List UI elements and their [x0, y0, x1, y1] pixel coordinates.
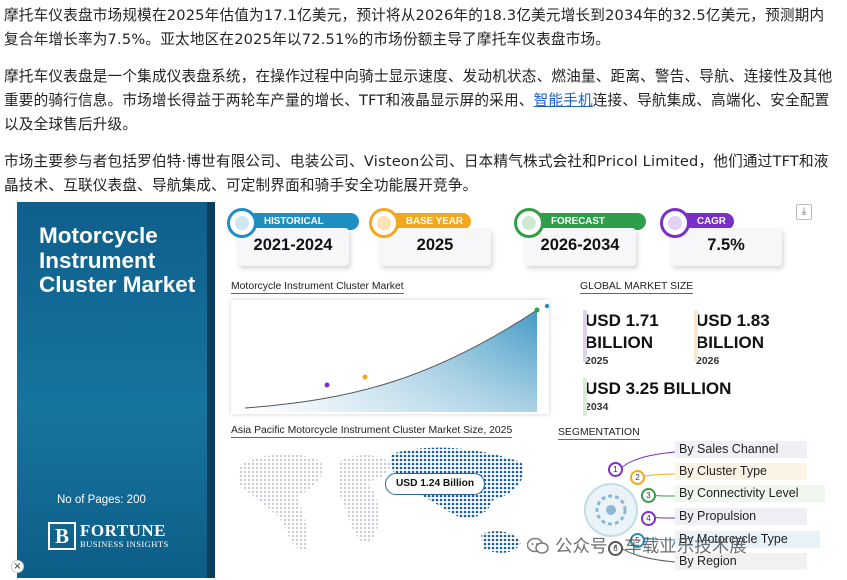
paragraph-key-players: 市场主要参与者包括罗伯特·博世有限公司、电装公司、Visteon公司、日本精气株…	[4, 153, 829, 194]
smartphone-link[interactable]: 智能手机	[534, 92, 593, 109]
paragraph-definition: 摩托车仪表盘是一个集成仪表盘系统，在操作过程中向骑士显示速度、发动机状态、燃油量…	[4, 65, 838, 137]
logo-mark: B	[48, 522, 76, 550]
growth-chart	[231, 300, 550, 414]
wechat-watermark: 公众号 · 车载业乐技术展	[527, 533, 747, 558]
segment-number: 4	[641, 511, 656, 526]
chart-icon	[227, 208, 257, 238]
calendar-icon	[369, 208, 399, 238]
logo-main-text: FORTUNE	[80, 521, 167, 540]
world-map-svg	[239, 447, 524, 553]
growth-curve-svg	[244, 303, 550, 412]
article-body: 摩托车仪表盘市场规模在2025年估值为17.1亿美元，预计将从2026年的18.…	[4, 4, 838, 211]
stat-2034: USD 3.25 BILLION 2034	[583, 378, 783, 416]
stat-year: 2034	[585, 401, 609, 413]
forecast-icon	[514, 208, 544, 238]
infographic-title: Motorcycle Instrument Cluster Market	[39, 223, 196, 297]
map-label: Asia Pacific Motorcycle Instrument Clust…	[231, 425, 513, 438]
segment-row[interactable]: By Cluster Type	[560, 463, 807, 480]
badge-base-year: BASE YEAR 2025	[369, 208, 501, 270]
segment-row[interactable]: By Connectivity Level	[560, 485, 825, 502]
stat-amount-line: BILLION	[585, 333, 653, 352]
segmentation-label: SEGMENTATION	[558, 427, 640, 440]
chart-label: Motorcycle Instrument Cluster Market	[231, 281, 404, 294]
stat-amount-line: USD 1.83	[696, 311, 770, 330]
logo-sub-text: BUSINESS INSIGHTS	[80, 539, 169, 549]
segment-number: 3	[641, 488, 656, 503]
global-market-label: GLOBAL MARKET SIZE	[580, 281, 694, 294]
world-map	[231, 438, 537, 578]
growth-icon	[660, 208, 690, 238]
point-forecast	[534, 307, 540, 313]
paragraph-market-size: 摩托车仪表盘市场规模在2025年估值为17.1亿美元，预计将从2026年的18.…	[4, 7, 825, 48]
map-americas	[239, 454, 323, 550]
segment-label: By Cluster Type	[675, 463, 807, 480]
wechat-icon	[527, 537, 549, 554]
point-base	[362, 374, 368, 380]
badge-value: 2026-2034	[540, 236, 620, 254]
stat-amount-line: USD 1.71	[585, 311, 659, 330]
stat-2025: USD 1.71 BILLION 2025	[583, 310, 683, 367]
fortune-logo: B FORTUNE BUSINESS INSIGHTS	[48, 522, 169, 550]
badge-historical-period: HISTORICAL PERIOD 2021-2024	[227, 208, 359, 270]
segment-number: 2	[630, 470, 645, 485]
growth-area-fade	[245, 310, 537, 412]
stat-amount-line: BILLION	[696, 333, 764, 352]
watermark-text: 公众号 · 车载业乐技术展	[555, 537, 747, 557]
panel-edge	[207, 202, 215, 578]
market-infographic: Motorcycle Instrument Cluster Market No …	[17, 200, 847, 580]
badge-value: 2025	[416, 236, 454, 254]
badge-value: 7.5%	[707, 236, 745, 254]
map-oceania	[481, 531, 521, 553]
stat-year: 2026	[696, 355, 720, 367]
close-icon[interactable]: ×	[11, 560, 24, 573]
download-icon[interactable]: ⤓	[796, 204, 812, 220]
page-count: No of Pages: 200	[57, 494, 146, 506]
map-value-pill: USD 1.24 Billion	[385, 473, 485, 495]
badge-value: 2021-2024	[253, 236, 333, 254]
stat-2026: USD 1.83 BILLION 2026	[694, 310, 794, 367]
segment-row[interactable]: By Sales Channel	[560, 441, 807, 458]
point-historical	[324, 382, 330, 388]
point-end	[544, 303, 550, 309]
badge-forecast-period: FORECAST PERIOD 2026-2034	[514, 208, 646, 270]
segment-label: By Sales Channel	[675, 441, 807, 458]
segment-label: By Connectivity Level	[675, 485, 825, 502]
stat-amount-line: USD 3.25 BILLION	[585, 379, 732, 398]
segment-label: By Propulsion	[675, 508, 807, 525]
map-europe-africa	[338, 455, 391, 544]
badge-cagr: CAGR 7.5%	[660, 208, 792, 270]
segment-row[interactable]: By Propulsion	[560, 508, 807, 525]
stat-year: 2025	[585, 355, 609, 367]
